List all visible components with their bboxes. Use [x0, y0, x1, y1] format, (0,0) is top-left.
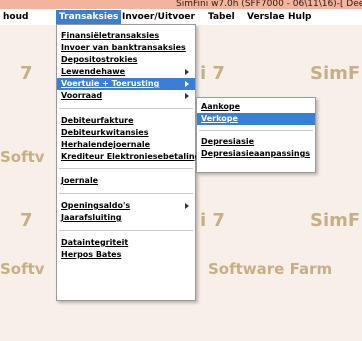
menu-item-jaarafsluiting[interactable]: Jaarafsluiting — [57, 212, 195, 224]
menu-item-label: Lewendehawe — [61, 67, 126, 76]
watermark-software-farm: Software Farm — [208, 260, 333, 278]
watermark-7: 7 — [20, 63, 33, 84]
menu-item-krediteur-elektroniesebetaling[interactable]: Krediteur Elektroniesebetaling — [57, 151, 200, 163]
menu-item-label: Dataintegriteit — [61, 238, 129, 247]
watermark-7-lower: 7 — [20, 210, 33, 231]
menu-verslae[interactable]: Verslae — [244, 10, 288, 24]
menu-item-label: Openingsaldo's — [61, 201, 131, 210]
menu-item-herhalendejoernale[interactable]: Herhalendejoernale — [57, 139, 195, 151]
submenu-item-aankope[interactable]: Aankope — [197, 101, 315, 113]
menu-item-label: Krediteur Elektroniesebetaling — [61, 152, 201, 161]
watermark-softv: Softv — [0, 148, 45, 166]
menu-item-herpos-bates[interactable]: Herpos Bates — [57, 249, 195, 261]
submenu-item-label: Depresiasie — [201, 137, 254, 146]
menu-item-label: Debiteurkwitansies — [61, 128, 149, 137]
watermark-simf-lower: SimF — [310, 210, 361, 231]
menubar: houd Transaksies Invoer/Uitvoer Tabel Ve… — [0, 9, 362, 25]
submenu-arrow-icon — [185, 203, 189, 209]
submenu-arrow-icon — [185, 69, 189, 75]
menu-item-label: Finansiëletransaksies — [61, 31, 160, 40]
watermark-i7: i 7 — [200, 63, 225, 84]
voertuie-submenu: Aankope Verkope Depresiasie Depresiasiea… — [196, 97, 316, 173]
menu-item-label: Herpos Bates — [61, 250, 122, 259]
menu-item-dataintegriteit[interactable]: Dataintegriteit — [57, 237, 195, 249]
menu-separator — [59, 168, 193, 169]
window-title: SimFini w7.0h (SFF7000 - 06\11\16)-[ Dee… — [176, 0, 362, 9]
menu-item-label: Voertuie + Toerusting — [61, 79, 160, 88]
submenu-item-depresiasie[interactable]: Depresiasie — [197, 136, 315, 148]
menu-tabel[interactable]: Tabel — [205, 10, 238, 24]
menu-separator — [59, 193, 193, 194]
menu-item-lewendehawe[interactable]: Lewendehawe — [57, 66, 195, 78]
menu-item-label: Herhalendejoernale — [61, 140, 151, 149]
submenu-item-depresiasieaanpassings[interactable]: Depresiasieaanpassings — [197, 148, 315, 160]
submenu-item-label: Aankope — [201, 102, 241, 111]
transaksies-menu: Finansiëletransaksies Invoer van banktra… — [56, 24, 200, 301]
submenu-item-verkope[interactable]: Verkope — [197, 113, 315, 125]
watermark-softv-lower: Softv — [0, 260, 45, 278]
menu-item-joernale[interactable]: Joernale — [57, 175, 195, 187]
menu-separator — [59, 230, 193, 231]
menu-transaksies[interactable]: Transaksies — [56, 10, 122, 24]
menu-item-debiteurkwitansies[interactable]: Debiteurkwitansies — [57, 127, 195, 139]
window-titlebar: SimFini w7.0h (SFF7000 - 06\11\16)-[ Dee… — [0, 0, 362, 9]
menu-item-finansieletransaksies[interactable]: Finansiëletransaksies — [57, 30, 195, 42]
menu-item-label: Depositostrokies — [61, 55, 138, 64]
submenu-arrow-icon — [185, 81, 189, 87]
menu-invoer-uitvoer[interactable]: Invoer/Uitvoer — [119, 10, 198, 24]
menu-separator — [59, 108, 193, 109]
menu-item-openingsaldos[interactable]: Openingsaldo's — [57, 200, 195, 212]
menu-item-label: Joernale — [61, 176, 99, 185]
submenu-item-label: Verkope — [201, 114, 238, 123]
menu-item-label: Invoer van banktransaksies — [61, 43, 186, 52]
menu-item-label: Debiteurfakture — [61, 116, 134, 125]
menu-item-debiteurfakture[interactable]: Debiteurfakture — [57, 115, 195, 127]
menu-item-label: Jaarafsluiting — [61, 213, 122, 222]
menu-item-voertuie-toerusting[interactable]: Voertuie + Toerusting — [57, 78, 195, 90]
watermark-i7-lower: i 7 — [200, 210, 225, 231]
menu-item-voorraad[interactable]: Voorraad — [57, 90, 195, 102]
menu-item-depositostrokies[interactable]: Depositostrokies — [57, 54, 195, 66]
submenu-separator — [199, 130, 313, 131]
submenu-arrow-icon — [185, 93, 189, 99]
menu-item-label: Voorraad — [61, 91, 103, 100]
watermark-simf: SimF — [310, 63, 361, 84]
submenu-item-label: Depresiasieaanpassings — [201, 149, 311, 158]
menu-item-invoer-banktransaksies[interactable]: Invoer van banktransaksies — [57, 42, 195, 54]
menu-hulp[interactable]: Hulp — [285, 10, 314, 24]
menu-houd[interactable]: houd — [0, 10, 31, 24]
